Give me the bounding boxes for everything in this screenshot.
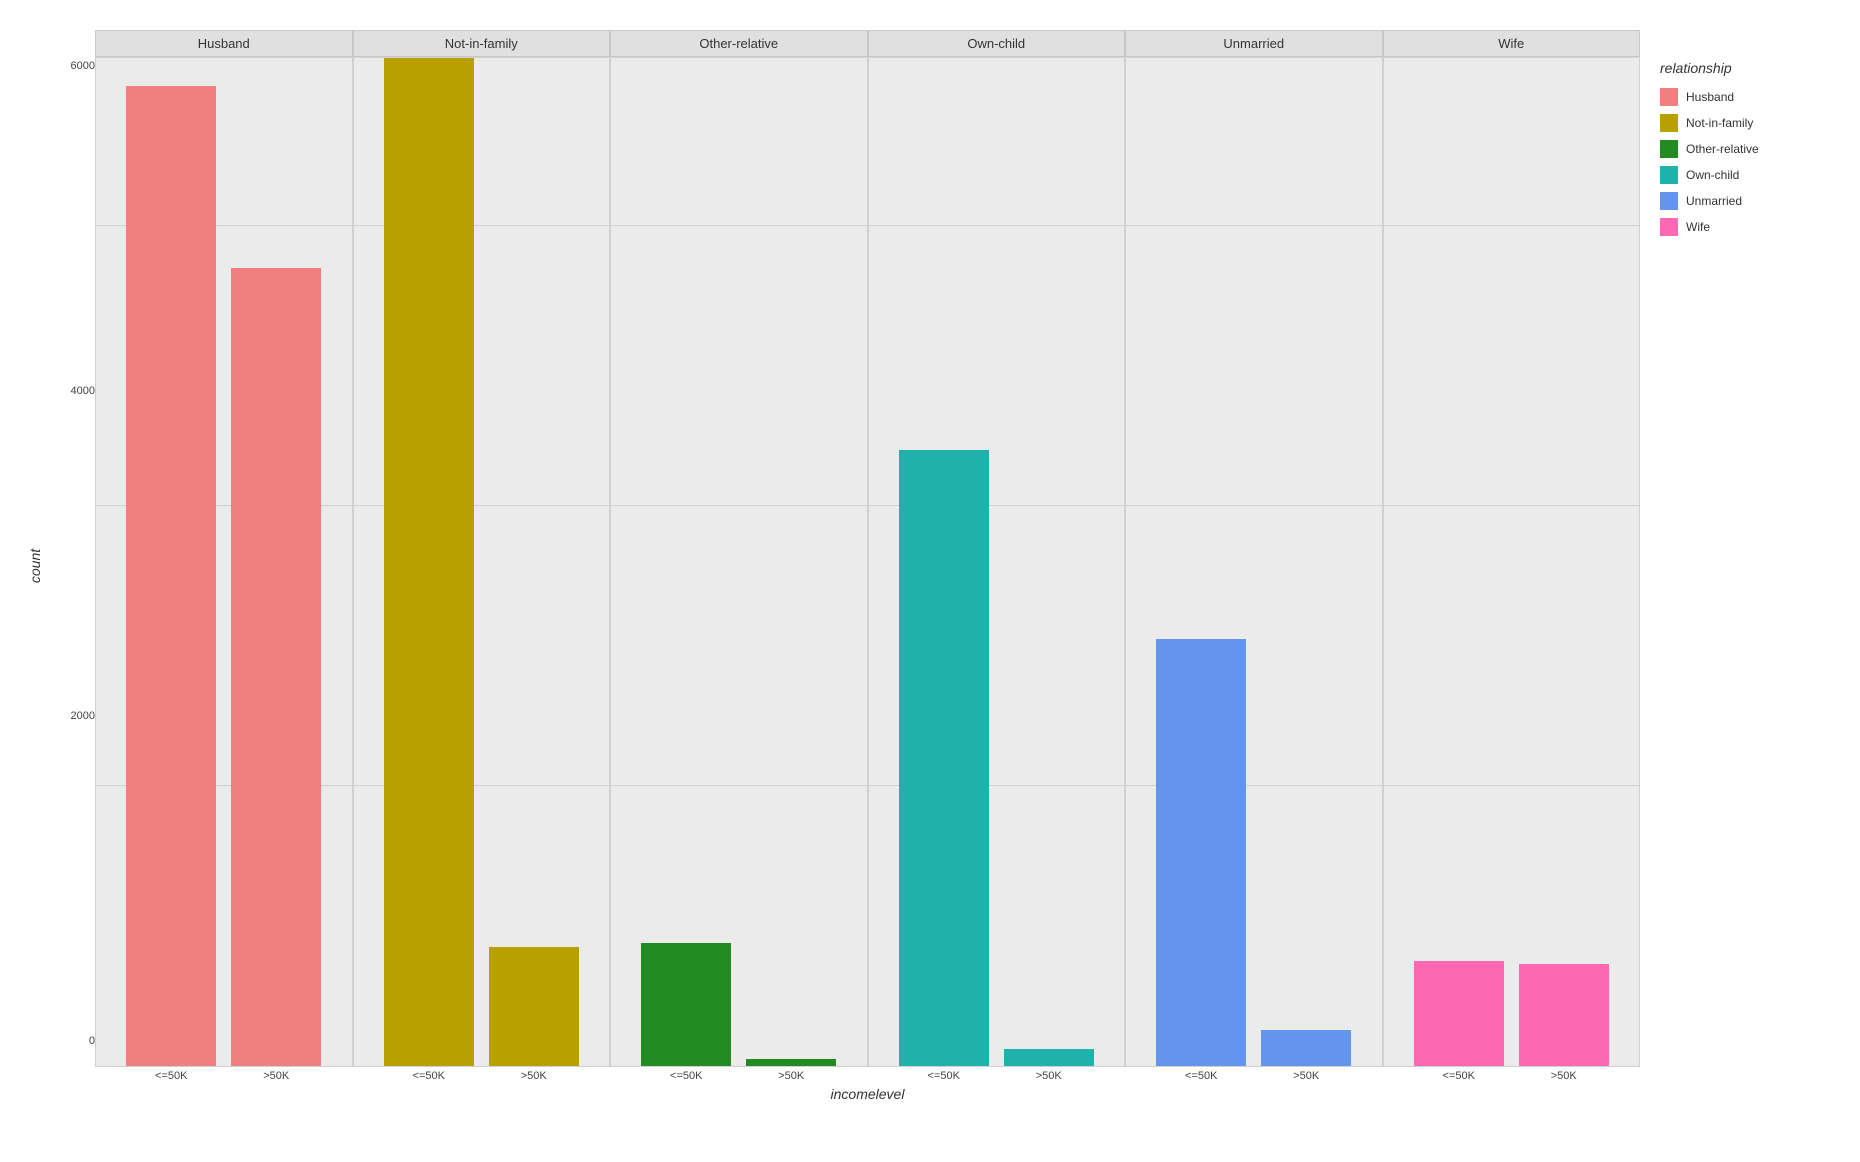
legend-swatch-husband	[1660, 88, 1678, 106]
facet-plot-own-child	[868, 57, 1126, 1067]
legend: relationship Husband Not-in-family Other…	[1640, 30, 1840, 1102]
y-axis-title-container: count	[20, 30, 50, 1102]
bars-own-child	[869, 58, 1125, 1066]
x-labels-row: <=50K >50K <=50K >50K <=50K >50K <=50K >…	[95, 1070, 1640, 1082]
bar-or-gt50k	[746, 1059, 836, 1066]
y-tick-6000: 6000	[71, 60, 95, 72]
bar-w-le50k	[1414, 961, 1504, 1066]
bar-nif-gt50k	[489, 947, 579, 1066]
bar-w-gt50k	[1519, 964, 1609, 1066]
bar-or-le50k	[641, 943, 731, 1066]
legend-item-other-relative: Other-relative	[1660, 140, 1825, 158]
facet-title-husband: Husband	[95, 30, 353, 57]
legend-label-unmarried: Unmarried	[1686, 194, 1742, 208]
legend-item-own-child: Own-child	[1660, 166, 1825, 184]
bars-unmarried	[1126, 58, 1382, 1066]
legend-label-wife: Wife	[1686, 220, 1710, 234]
x-labels-nif: <=50K >50K	[353, 1070, 611, 1082]
facet-title-not-in-family: Not-in-family	[353, 30, 611, 57]
bar-oc-gt50k	[1004, 1049, 1094, 1066]
legend-label-own-child: Own-child	[1686, 168, 1739, 182]
y-tick-2000: 2000	[71, 710, 95, 722]
legend-label-not-in-family: Not-in-family	[1686, 116, 1753, 130]
x-label-um-le50k: <=50K	[1156, 1070, 1246, 1082]
x-label-nif-gt50k: >50K	[489, 1070, 579, 1082]
plots-row	[95, 57, 1640, 1067]
facet-titles-row: Husband Not-in-family Other-relative Own…	[95, 30, 1640, 57]
facet-plot-wife	[1383, 57, 1641, 1067]
x-labels-oc: <=50K >50K	[868, 1070, 1126, 1082]
bar-husband-gt50k	[231, 268, 321, 1066]
x-label-w-gt50k: >50K	[1519, 1070, 1609, 1082]
legend-item-unmarried: Unmarried	[1660, 192, 1825, 210]
legend-title: relationship	[1660, 60, 1825, 76]
bar-um-le50k	[1156, 639, 1246, 1066]
bars-husband	[96, 58, 352, 1066]
bar-nif-le50k	[384, 58, 474, 1066]
y-tick-4000: 4000	[71, 385, 95, 397]
x-labels-w: <=50K >50K	[1383, 1070, 1641, 1082]
x-label-or-gt50k: >50K	[746, 1070, 836, 1082]
y-axis-labels: 6000 4000 2000 0	[50, 30, 95, 1102]
bars-not-in-family	[354, 58, 610, 1066]
facet-plot-not-in-family	[353, 57, 611, 1067]
facet-title-own-child: Own-child	[868, 30, 1126, 57]
facet-title-unmarried: Unmarried	[1125, 30, 1383, 57]
facet-plot-unmarried	[1125, 57, 1383, 1067]
x-label-husband-le50k: <=50K	[126, 1070, 216, 1082]
bar-um-gt50k	[1261, 1030, 1351, 1066]
x-label-um-gt50k: >50K	[1261, 1070, 1351, 1082]
x-label-nif-le50k: <=50K	[384, 1070, 474, 1082]
legend-label-husband: Husband	[1686, 90, 1734, 104]
facet-title-other-relative: Other-relative	[610, 30, 868, 57]
legend-label-other-relative: Other-relative	[1686, 142, 1759, 156]
x-label-oc-gt50k: >50K	[1004, 1070, 1094, 1082]
chart-root: count 6000 4000 2000 0 Husband Not-in-fa…	[0, 0, 1860, 1162]
x-axis-title: incomelevel	[95, 1082, 1640, 1102]
x-label-husband-gt50k: >50K	[231, 1070, 321, 1082]
legend-swatch-unmarried	[1660, 192, 1678, 210]
x-label-oc-le50k: <=50K	[899, 1070, 989, 1082]
x-labels-or: <=50K >50K	[610, 1070, 868, 1082]
legend-item-not-in-family: Not-in-family	[1660, 114, 1825, 132]
main-chart-area: Husband Not-in-family Other-relative Own…	[95, 30, 1640, 1102]
x-labels-um: <=50K >50K	[1125, 1070, 1383, 1082]
x-labels-husband: <=50K >50K	[95, 1070, 353, 1082]
x-label-or-le50k: <=50K	[641, 1070, 731, 1082]
bars-other-relative	[611, 58, 867, 1066]
facet-plot-husband	[95, 57, 353, 1067]
legend-swatch-other-relative	[1660, 140, 1678, 158]
legend-item-wife: Wife	[1660, 218, 1825, 236]
legend-item-husband: Husband	[1660, 88, 1825, 106]
legend-swatch-wife	[1660, 218, 1678, 236]
legend-swatch-not-in-family	[1660, 114, 1678, 132]
bars-wife	[1384, 58, 1640, 1066]
x-label-w-le50k: <=50K	[1414, 1070, 1504, 1082]
bar-husband-le50k	[126, 86, 216, 1066]
facet-title-wife: Wife	[1383, 30, 1641, 57]
bar-oc-le50k	[899, 450, 989, 1066]
legend-swatch-own-child	[1660, 166, 1678, 184]
facet-plot-other-relative	[610, 57, 868, 1067]
y-axis-title: count	[27, 549, 43, 583]
